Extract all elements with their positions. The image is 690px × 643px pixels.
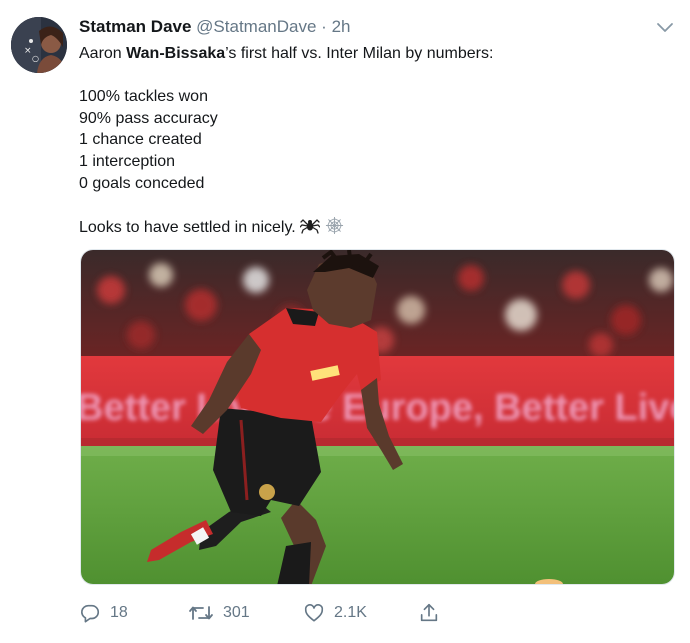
svg-text:○: ○ [32,54,39,63]
display-name[interactable]: Statman Dave [79,17,191,36]
share-icon [420,603,438,622]
retweet-icon [189,606,213,620]
tweet-text: Aaron Wan-Bissaka’s first half vs. Inter… [79,43,659,241]
reply-button[interactable]: 18 [79,598,128,628]
user-handle[interactable]: @StatmanDave [196,17,316,36]
stat-line: 90% pass accuracy [79,109,218,127]
stat-line: 100% tackles won [79,88,208,106]
tweet-card[interactable]: × ○ Statman Dave @StatmanDave · 2h Aaron… [0,0,690,643]
action-bar: 18 301 2.1K [0,598,690,628]
separator-dot: · [321,17,327,36]
retweet-count: 301 [223,604,250,621]
spider-icon [299,217,321,242]
like-button[interactable]: 2.1K [303,598,367,628]
tweet-text-line1: Aaron Wan-Bissaka’s first half vs. Inter… [79,45,494,62]
reply-icon [80,604,100,623]
chevron-down-icon[interactable] [655,20,675,36]
reply-count: 18 [110,604,128,621]
stat-line: 1 interception [79,152,176,170]
svg-text:×: × [24,46,32,56]
spider-web-icon [325,216,344,242]
tweet-text-closing: Looks to have settled in nicely. [79,216,659,242]
tweet-image[interactable]: Better Live Be Europe, Better Live [80,249,675,585]
share-button[interactable] [418,598,449,628]
avatar[interactable]: × ○ [11,17,67,73]
retweet-button[interactable]: 301 [188,598,250,628]
timestamp[interactable]: 2h [332,17,351,36]
stat-line: 0 goals conceded [79,174,205,192]
stat-line: 1 chance created [79,131,202,149]
tweet-header: Statman Dave @StatmanDave · 2h [79,16,351,38]
like-icon [304,604,324,622]
player-name: Wan-Bissaka [126,45,226,62]
like-count: 2.1K [334,604,367,621]
